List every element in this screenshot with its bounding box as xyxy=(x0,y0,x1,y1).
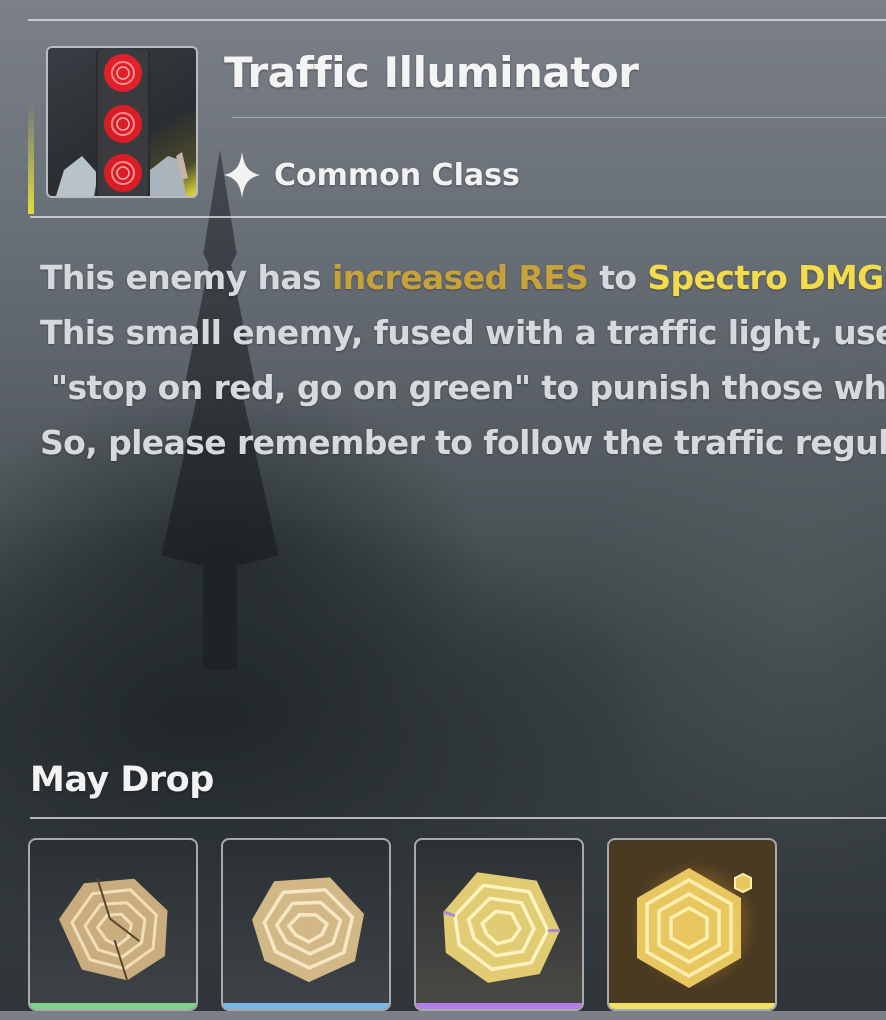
description-line-1: This enemy has increased RES to Spectro … xyxy=(40,250,886,305)
top-divider xyxy=(28,19,886,21)
drop-divider xyxy=(30,817,886,819)
drop-item-1[interactable] xyxy=(28,838,198,1011)
rarity-bar xyxy=(223,1003,389,1009)
enemy-class-label: Common Class xyxy=(274,157,520,193)
rarity-tab xyxy=(28,28,34,214)
polished-ring-core-icon xyxy=(442,872,561,983)
ring-core-icon xyxy=(252,877,365,983)
title-divider xyxy=(232,117,886,118)
description-line-3: "stop on red, go on green" to punish tho… xyxy=(40,368,886,407)
drop-item-3[interactable] xyxy=(414,838,584,1011)
rarity-bar xyxy=(416,1003,582,1009)
description-line-2: This small enemy, fused with a traffic l… xyxy=(40,313,886,352)
cracked-ring-core-icon xyxy=(58,878,168,981)
drop-item-4[interactable] xyxy=(607,838,777,1011)
tidal-ring-core-icon xyxy=(637,868,752,988)
description-prefix: This enemy has xyxy=(40,258,332,297)
element-highlight: Spectro DMG xyxy=(647,258,884,297)
drop-item-2[interactable] xyxy=(221,838,391,1011)
traffic-light-enemy-icon xyxy=(56,50,188,196)
description-to: to xyxy=(588,258,648,297)
enemy-portrait xyxy=(46,46,198,198)
enemy-class: Common Class xyxy=(222,150,520,200)
header-divider xyxy=(30,216,886,218)
res-highlight: increased RES xyxy=(331,258,589,297)
may-drop-title: May Drop xyxy=(30,760,214,800)
enemy-name: Traffic Illuminator xyxy=(224,48,639,97)
rarity-bar xyxy=(30,1003,196,1009)
rarity-bar xyxy=(609,1003,775,1009)
description-line-4: So, please remember to follow the traffi… xyxy=(40,423,886,462)
enemy-description: This enemy has increased RES to Spectro … xyxy=(40,250,886,470)
four-point-star-icon xyxy=(224,152,260,198)
